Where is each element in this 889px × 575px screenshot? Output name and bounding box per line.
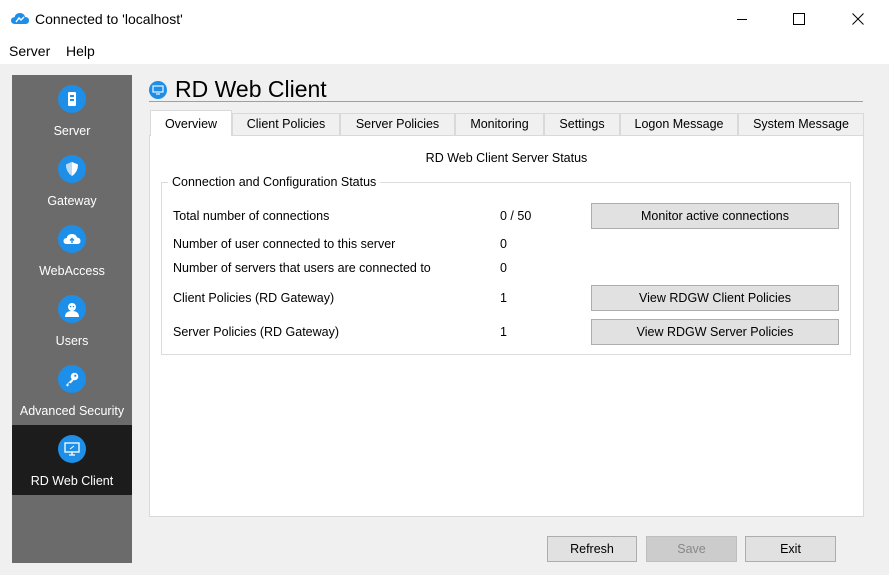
users-connected-label: Number of user connected to this server	[173, 237, 396, 251]
sidebar-item-advanced-security[interactable]: Advanced Security	[12, 355, 132, 425]
server-policies-value: 1	[500, 325, 507, 339]
status-heading: RD Web Client Server Status	[425, 151, 588, 165]
close-icon	[852, 13, 864, 25]
tab-system-message[interactable]: System Message	[738, 113, 864, 135]
server-icon	[58, 85, 86, 113]
sidebar-item-label: WebAccess	[39, 264, 105, 278]
title-divider	[149, 101, 863, 102]
tab-server-policies[interactable]: Server Policies	[340, 113, 455, 135]
sidebar-item-label: Users	[55, 334, 89, 348]
shield-icon	[58, 155, 86, 183]
sidebar: Server Gateway WebAccess Users Advanced …	[12, 75, 132, 563]
menu-server[interactable]: Server	[9, 43, 50, 59]
cloud-icon	[58, 225, 86, 253]
refresh-button[interactable]: Refresh	[547, 536, 637, 562]
sidebar-item-rd-web-client[interactable]: RD Web Client	[12, 425, 132, 495]
title-bar: Connected to 'localhost'	[0, 0, 889, 38]
page-title: RD Web Client	[175, 76, 327, 102]
sidebar-item-gateway[interactable]: Gateway	[12, 145, 132, 215]
exit-button[interactable]: Exit	[745, 536, 836, 562]
total-connections-value: 0 / 50	[500, 209, 532, 223]
sidebar-item-label: RD Web Client	[30, 474, 114, 488]
sidebar-item-label: Gateway	[47, 194, 97, 208]
monitor-icon	[58, 435, 86, 463]
sidebar-item-label: Advanced Security	[19, 404, 125, 418]
total-connections-label: Total number of connections	[173, 209, 330, 223]
save-button[interactable]: Save	[646, 536, 737, 562]
servers-connected-value: 0	[500, 261, 507, 275]
overview-panel: RD Web Client Server Status Connection a…	[149, 135, 864, 517]
client-policies-value: 1	[500, 291, 507, 305]
view-client-policies-button[interactable]: View RDGW Client Policies	[591, 285, 839, 311]
client-policies-label: Client Policies (RD Gateway)	[173, 291, 335, 305]
tab-logon-message[interactable]: Logon Message	[620, 113, 738, 135]
tab-client-policies[interactable]: Client Policies	[232, 113, 340, 135]
users-connected-value: 0	[500, 237, 507, 251]
minimize-button[interactable]	[713, 0, 771, 38]
view-server-policies-button[interactable]: View RDGW Server Policies	[591, 319, 839, 345]
sidebar-item-server[interactable]: Server	[12, 75, 132, 145]
window-title: Connected to 'localhost'	[35, 11, 183, 27]
menu-help[interactable]: Help	[66, 43, 95, 59]
group-title: Connection and Configuration Status	[168, 175, 381, 189]
connection-status-group: Connection and Configuration Status Tota…	[161, 175, 851, 355]
sidebar-item-users[interactable]: Users	[12, 285, 132, 355]
app-cloud-icon	[11, 13, 29, 24]
servers-connected-label: Number of servers that users are connect…	[173, 261, 431, 275]
maximize-button[interactable]	[770, 0, 828, 38]
monitor-connections-button[interactable]: Monitor active connections	[591, 203, 839, 229]
tab-monitoring[interactable]: Monitoring	[455, 113, 544, 135]
minimize-icon	[737, 19, 747, 20]
users-icon	[58, 295, 86, 323]
sidebar-item-label: Server	[53, 124, 91, 138]
maximize-icon	[793, 13, 805, 25]
key-icon	[58, 365, 86, 393]
server-policies-label: Server Policies (RD Gateway)	[173, 325, 340, 339]
rd-web-client-icon	[149, 81, 167, 99]
tab-settings[interactable]: Settings	[544, 113, 620, 135]
sidebar-item-webaccess[interactable]: WebAccess	[12, 215, 132, 285]
tab-overview[interactable]: Overview	[150, 110, 232, 136]
close-button[interactable]	[829, 0, 887, 38]
menu-bar: Server Help	[0, 38, 889, 64]
